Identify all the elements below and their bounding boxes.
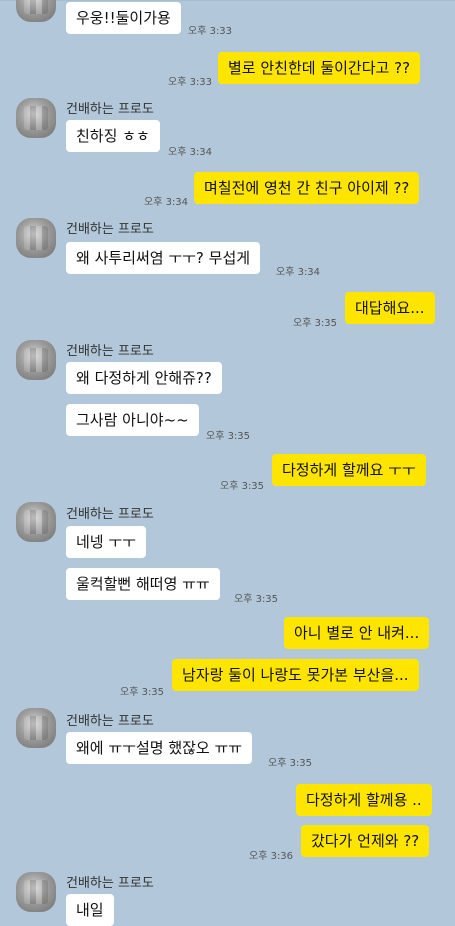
- message-timestamp: 오후 3:34: [168, 147, 213, 158]
- message-timestamp: 오후 3:34: [276, 267, 321, 278]
- sender-avatar-icon[interactable]: [16, 502, 56, 542]
- sender-avatar-icon[interactable]: [16, 98, 56, 138]
- message-timestamp: 오후 3:35: [220, 481, 265, 492]
- message-timestamp: 오후 3:35: [120, 687, 165, 698]
- message-timestamp: 오후 3:33: [168, 77, 213, 88]
- outgoing-message-bubble[interactable]: 대답해요...: [345, 292, 435, 324]
- sender-avatar-icon[interactable]: [16, 708, 56, 748]
- message-timestamp: 오후 3:36: [249, 851, 294, 862]
- sender-name: 건배하는 프로도: [66, 714, 154, 729]
- incoming-message-bubble[interactable]: 그사람 아니야~~: [66, 404, 199, 436]
- sender-name: 건배하는 프로도: [66, 344, 154, 359]
- sender-name: 건배하는 프로도: [66, 507, 154, 522]
- message-timestamp: 오후 3:35: [234, 594, 279, 605]
- incoming-message-bubble[interactable]: 네넹 ㅜㅜ: [66, 526, 146, 558]
- message-timestamp: 오후 3:35: [293, 318, 338, 329]
- incoming-message-bubble[interactable]: 울컥할뻔 해떠영 ㅠㅠ: [66, 568, 220, 600]
- message-timestamp: 오후 3:35: [268, 758, 313, 769]
- sender-name: 건배하는 프로도: [66, 222, 154, 237]
- outgoing-message-bubble[interactable]: 남자랑 둘이 나랑도 못가본 부산을...: [172, 659, 419, 691]
- message-timestamp: 오후 3:33: [188, 26, 233, 37]
- incoming-message-bubble[interactable]: 왜 다정하게 안해쥬??: [66, 362, 222, 394]
- sender-avatar-icon[interactable]: [16, 340, 56, 380]
- outgoing-message-bubble[interactable]: 별로 안친한데 둘이간다고 ??: [218, 52, 421, 84]
- message-timestamp: 오후 3:34: [144, 197, 189, 208]
- outgoing-message-bubble[interactable]: 아니 별로 안 내켜...: [284, 617, 430, 649]
- incoming-message-bubble[interactable]: 친하징 ㅎㅎ: [66, 120, 160, 152]
- sender-name: 건배하는 프로도: [66, 102, 154, 117]
- incoming-message-bubble[interactable]: 내일: [66, 894, 114, 926]
- incoming-message-bubble[interactable]: 왜에 ㅠㅜ설명 했잖오 ㅠㅠ: [66, 732, 253, 764]
- incoming-message-bubble[interactable]: 왜 사투리써염 ㅜㅜ? 무섭게: [66, 242, 261, 274]
- sender-avatar-icon[interactable]: [16, 872, 56, 912]
- sender-avatar-icon[interactable]: [16, 0, 56, 22]
- outgoing-message-bubble[interactable]: 다정하게 할께요 ㅜㅜ: [272, 454, 426, 486]
- sender-name: 건배하는 프로도: [66, 876, 154, 891]
- message-timestamp: 오후 3:35: [206, 431, 251, 442]
- outgoing-message-bubble[interactable]: 갔다가 언제와 ??: [301, 825, 430, 857]
- chat-top-edge: [0, 0, 455, 1]
- sender-avatar-icon[interactable]: [16, 218, 56, 258]
- outgoing-message-bubble[interactable]: 다정하게 할께용 ..: [296, 784, 432, 816]
- incoming-message-bubble[interactable]: 우웅!!둘이가용: [66, 2, 181, 34]
- outgoing-message-bubble[interactable]: 며칠전에 영천 간 친구 아이제 ??: [194, 172, 420, 204]
